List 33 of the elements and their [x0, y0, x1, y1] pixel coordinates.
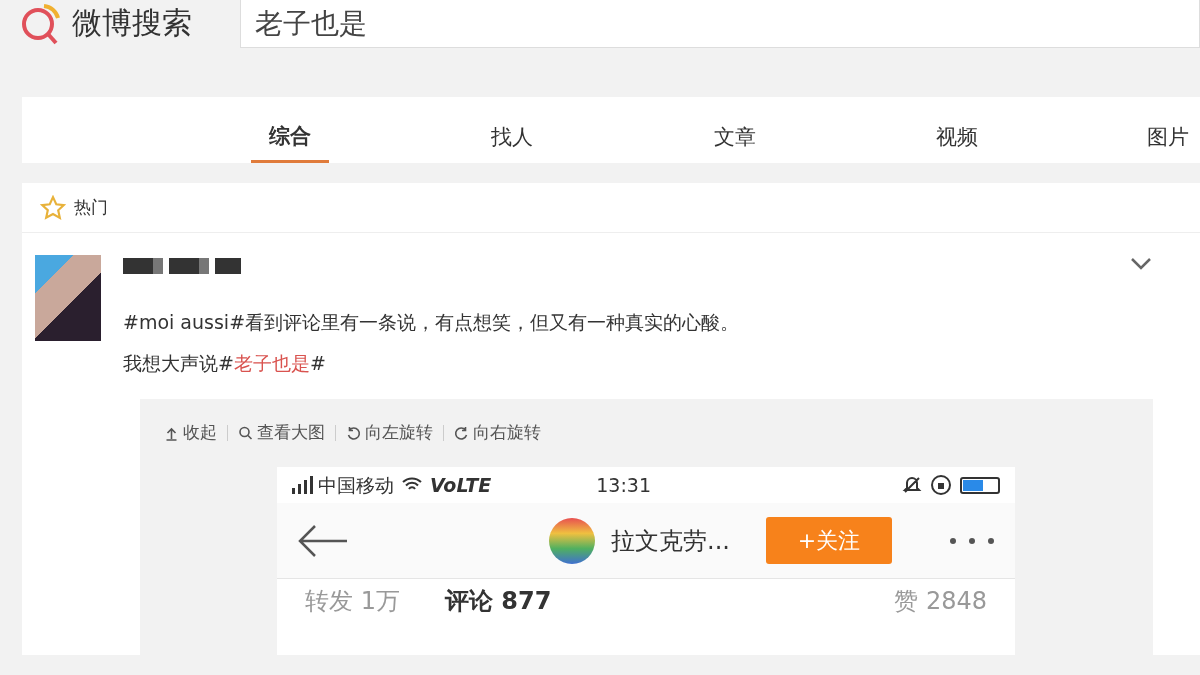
account-name: 拉文克劳...	[611, 525, 730, 557]
logo-text: 微博搜索	[72, 4, 192, 42]
image-tool-button[interactable]: 向左旋转	[336, 420, 443, 446]
stat-tab[interactable]: 评论 877	[444, 586, 552, 616]
signal-icon	[292, 476, 314, 494]
rotate-left-icon	[346, 425, 361, 441]
star-icon	[40, 194, 66, 221]
search-icon	[238, 425, 253, 441]
battery-icon	[960, 476, 1000, 494]
image-tool-button[interactable]: 查看大图	[228, 420, 335, 446]
rotate-right-icon	[454, 425, 469, 441]
search-tab[interactable]: 图片	[1143, 97, 1193, 163]
image-tool-button[interactable]: 向右旋转	[444, 420, 551, 446]
rotation-lock-icon	[930, 474, 952, 496]
network-label: VoLTE	[430, 472, 492, 498]
mute-icon	[902, 475, 922, 495]
back-arrow-icon[interactable]	[297, 523, 349, 558]
more-icon[interactable]	[949, 536, 995, 545]
image-tool-button[interactable]: 收起	[154, 420, 227, 446]
chevron-down-icon[interactable]	[1130, 257, 1152, 270]
hashtag-link[interactable]: 老子也是	[233, 352, 310, 374]
upload-arrow-icon	[164, 425, 179, 441]
post-text: #moi aussi#看到评论里有一条说，有点想笑，但又有一种真实的心酸。	[123, 310, 740, 335]
search-tab[interactable]: 视频	[918, 97, 996, 163]
post-text-line: 我想大声说#老子也是#	[123, 351, 327, 376]
section-title: 热门	[74, 195, 108, 219]
carrier-name: 中国移动	[318, 472, 394, 498]
status-time: 13:31	[596, 472, 652, 498]
search-tab[interactable]: 找人	[473, 97, 551, 163]
search-tab[interactable]: 综合	[251, 97, 329, 163]
search-tab[interactable]: 文章	[696, 97, 774, 163]
search-field[interactable]: 老子也是	[240, 0, 1200, 48]
account-avatar	[549, 517, 595, 564]
